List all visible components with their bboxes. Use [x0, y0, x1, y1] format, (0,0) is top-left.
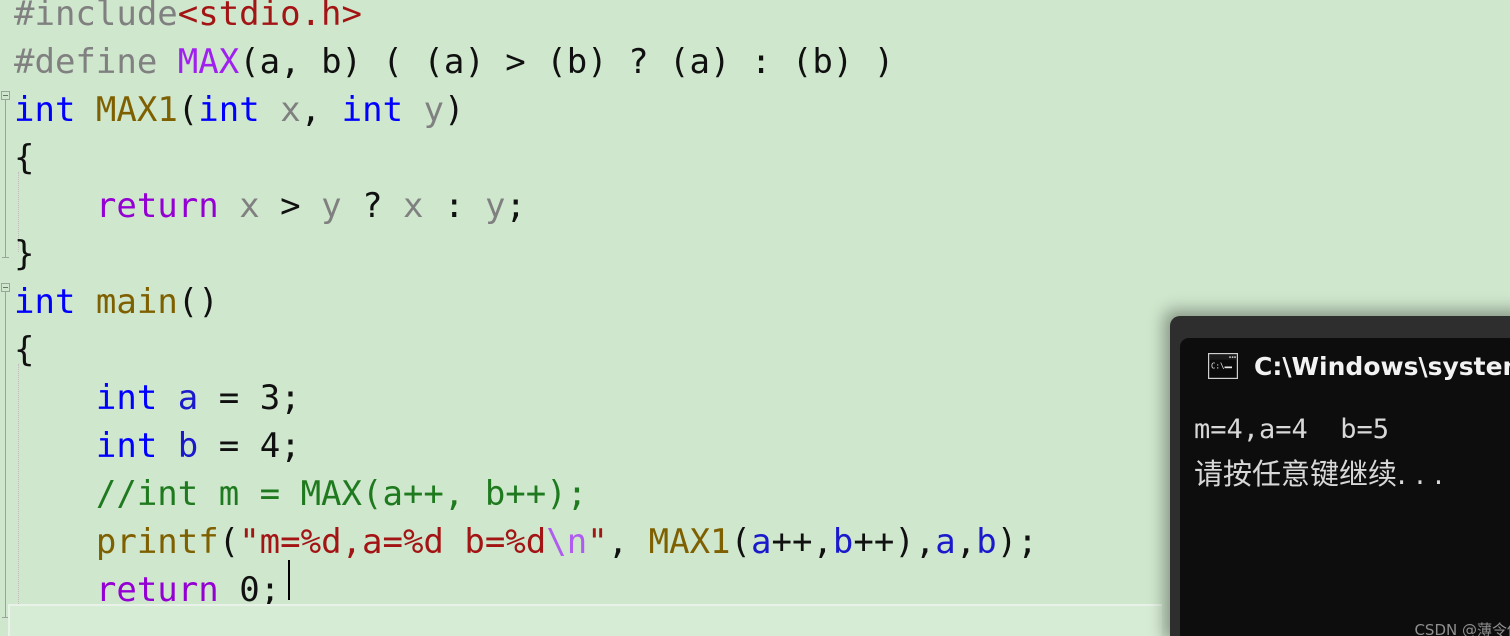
current-line-highlight: [8, 604, 1162, 636]
code-token-var: b: [177, 426, 199, 466]
line-max1-signature[interactable]: int MAX1(int x, int y): [0, 86, 1510, 134]
code-token-plain: =: [198, 426, 260, 466]
cmd-prompt-icon: C:\: [1207, 352, 1239, 380]
code-token-plain: (a, b) ( (a) > (b) ? (a) : (b) ): [239, 42, 895, 82]
code-token-preprocessor: #define: [14, 42, 178, 82]
code-token-param: y: [423, 90, 445, 130]
code-token-plain: (): [177, 282, 219, 322]
line-max1-close-brace[interactable]: }: [0, 230, 1510, 278]
console-titlebar[interactable]: C:\ C:\Windows\system32\: [1180, 338, 1510, 394]
code-token-plain: ;: [280, 378, 301, 418]
code-token-plain: >: [280, 186, 301, 226]
line-include[interactable]: #include<stdio.h>: [0, 0, 1510, 38]
code-token-var: a: [751, 522, 772, 562]
code-token-plain: ?: [341, 186, 404, 226]
code-token-plain: (: [218, 522, 240, 562]
code-token-plain: =: [198, 378, 260, 418]
code-token-comment: //int m = MAX(a++, b++);: [95, 474, 588, 514]
code-token-include-path: <stdio.h>: [177, 0, 362, 34]
code-token-plain: ;: [505, 186, 526, 226]
code-token-plain: ,: [300, 90, 342, 130]
code-token-var: a: [177, 378, 199, 418]
code-token-plain: ,: [955, 522, 977, 562]
screenshot-root: #include<stdio.h> #define MAX(a, b) ( (a)…: [0, 0, 1510, 636]
code-token-keyword: int: [341, 90, 404, 130]
code-token-plain: (: [177, 90, 199, 130]
code-token-param: y: [321, 186, 342, 226]
code-token-keyword2: return: [95, 186, 219, 226]
code-token-function: printf: [95, 522, 219, 562]
code-token-keyword: int: [14, 282, 76, 322]
code-token-keyword: int: [198, 90, 260, 130]
code-token-param: x: [403, 186, 424, 226]
console-output: m=4,a=4 b=5 请按任意键继续. . .: [1180, 394, 1510, 636]
code-token-function: MAX1: [648, 522, 731, 562]
code-token-preprocessor: #include: [14, 0, 178, 34]
code-token-plain: {: [14, 138, 35, 178]
code-token-string: "m=%d,a=%d b=%d: [239, 522, 547, 562]
code-token-function: MAX1: [95, 90, 178, 130]
code-token-param: y: [484, 186, 506, 226]
code-token-param: x: [239, 186, 260, 226]
code-token-param: x: [280, 90, 301, 130]
code-token-number: 4: [259, 426, 281, 466]
code-token-plain: :: [423, 186, 485, 226]
line-max1-open-brace[interactable]: {: [0, 134, 1510, 182]
svg-text:C:\: C:\: [1211, 362, 1225, 371]
console-output-line: 请按任意键继续. . .: [1194, 457, 1444, 491]
code-token-plain: {: [14, 330, 35, 370]
code-token-plain: ,: [607, 522, 649, 562]
code-token-string: ": [587, 522, 608, 562]
code-token-keyword: int: [14, 90, 76, 130]
code-token-function: main: [95, 282, 178, 322]
code-token-plain: );: [996, 522, 1038, 562]
line-define[interactable]: #define MAX(a, b) ( (a) > (b) ? (a) : (b…: [0, 38, 1510, 86]
code-token-keyword: int: [95, 378, 158, 418]
code-token-plain: (: [730, 522, 752, 562]
code-token-keyword: int: [95, 426, 158, 466]
line-max1-return[interactable]: return x > y ? x : y;: [0, 182, 1510, 230]
code-token-plain: ;: [280, 426, 301, 466]
code-token-var: b: [832, 522, 854, 562]
console-window[interactable]: C:\ C:\Windows\system32\ m=4,a=4 b=5 请按任…: [1170, 316, 1510, 636]
code-token-number: 3: [259, 378, 281, 418]
code-token-var: b: [976, 522, 997, 562]
code-token-plain: ++,: [771, 522, 833, 562]
console-output-line: m=4,a=4 b=5: [1194, 414, 1390, 445]
csdn-watermark: CSDN @薄令仪: [1414, 621, 1510, 636]
code-token-plain: ): [444, 90, 465, 130]
code-token-plain: }: [14, 234, 35, 274]
code-token-plain: ++),: [853, 522, 936, 562]
code-token-macro: MAX: [177, 42, 240, 82]
code-token-escape: \n: [546, 522, 588, 562]
console-title-text: C:\Windows\system32\: [1254, 351, 1510, 381]
code-token-var: a: [935, 522, 956, 562]
text-caret: [288, 560, 290, 600]
